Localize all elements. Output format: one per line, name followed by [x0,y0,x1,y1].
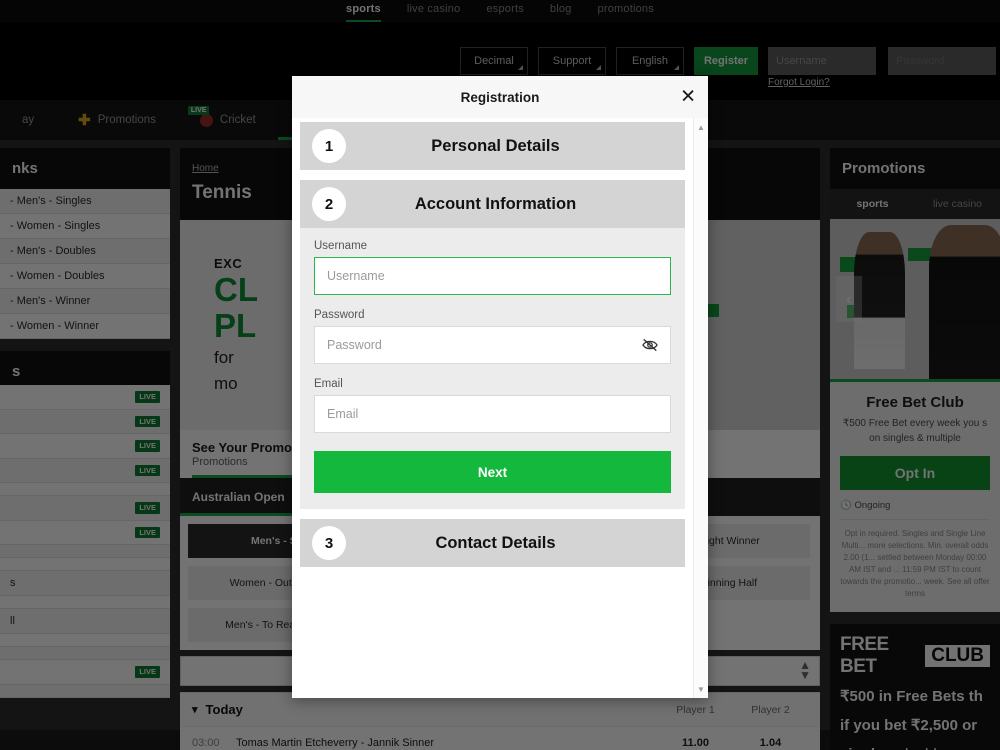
scroll-up-icon[interactable]: ▲ [694,120,708,134]
password-input[interactable] [314,326,671,364]
step-label-2: Account Information [414,194,577,213]
step-number-2: 2 [312,187,346,221]
email-field-wrap [314,395,671,433]
modal-header: Registration ✕ [292,76,708,118]
step-personal-details[interactable]: 1 Personal Details [300,122,685,170]
account-information-form: Username Password [300,228,685,509]
email-label: Email [314,378,343,390]
modal-body: 1 Personal Details 2 Account Information… [292,118,693,698]
step-label-1: Personal Details [431,136,560,155]
step-contact-details[interactable]: 3 Contact Details [300,519,685,567]
step-account-information[interactable]: 2 Account Information [300,180,685,228]
step-label-3: Contact Details [435,533,556,552]
username-input[interactable] [314,257,671,295]
modal-title: Registration [460,89,540,105]
app-root: sports live casino esports blog promotio… [0,0,1000,750]
registration-modal: Registration ✕ 1 Personal Details 2 Acco… [292,76,708,698]
step-number-3: 3 [312,526,346,560]
email-input[interactable] [314,395,671,433]
eye-off-icon[interactable] [641,338,659,352]
step-number-1: 1 [312,129,346,163]
password-label: Password [314,309,365,321]
modal-scrollbar[interactable]: ▲ ▼ [693,118,708,698]
username-field-wrap [314,257,671,295]
password-field-wrap [314,326,671,364]
next-button[interactable]: Next [314,451,671,493]
modal-scroll-wrap: 1 Personal Details 2 Account Information… [292,118,708,698]
scroll-down-icon[interactable]: ▼ [694,682,708,696]
close-icon[interactable]: ✕ [680,88,696,107]
username-label: Username [314,240,368,252]
